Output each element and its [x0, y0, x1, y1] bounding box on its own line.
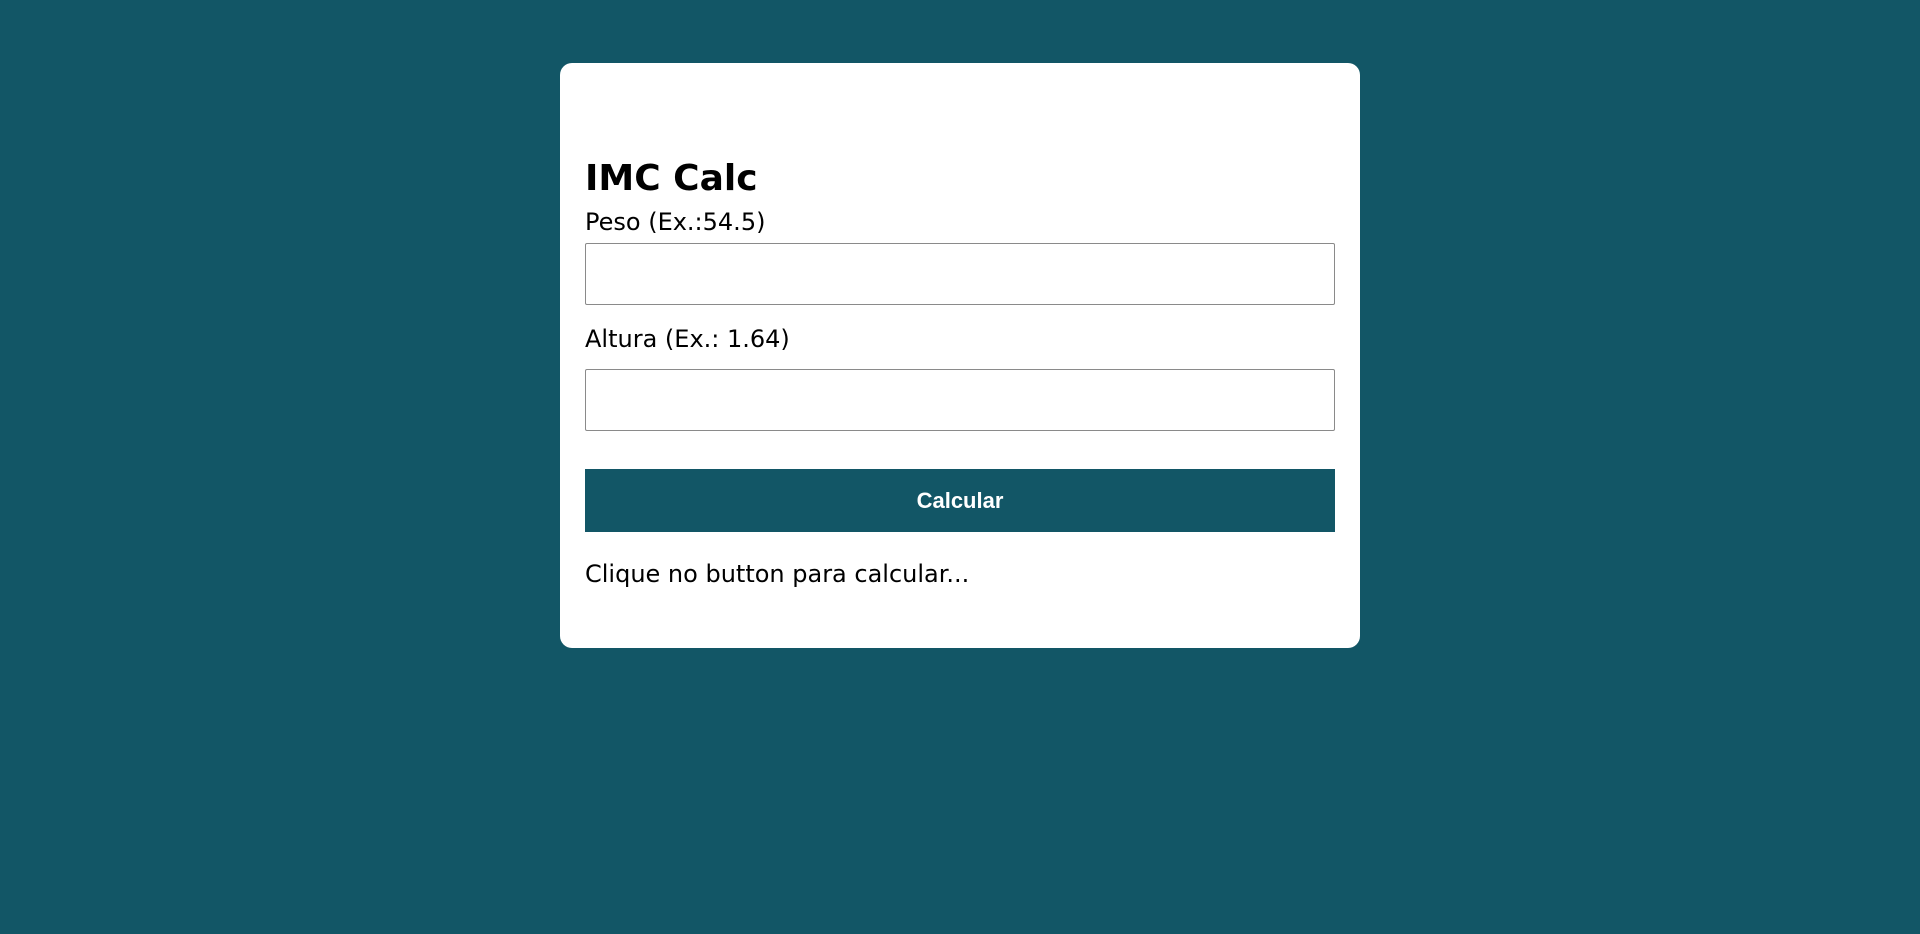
calcular-button[interactable]: Calcular — [585, 469, 1335, 532]
peso-input[interactable] — [585, 243, 1335, 305]
page-title: IMC Calc — [585, 158, 758, 199]
imc-card: IMC Calc Peso (Ex.:54.5) Altura (Ex.: 1.… — [560, 63, 1360, 648]
result-text: Clique no button para calcular... — [585, 560, 970, 588]
altura-label: Altura (Ex.: 1.64) — [585, 325, 790, 353]
altura-input[interactable] — [585, 369, 1335, 431]
peso-label: Peso (Ex.:54.5) — [585, 208, 766, 236]
